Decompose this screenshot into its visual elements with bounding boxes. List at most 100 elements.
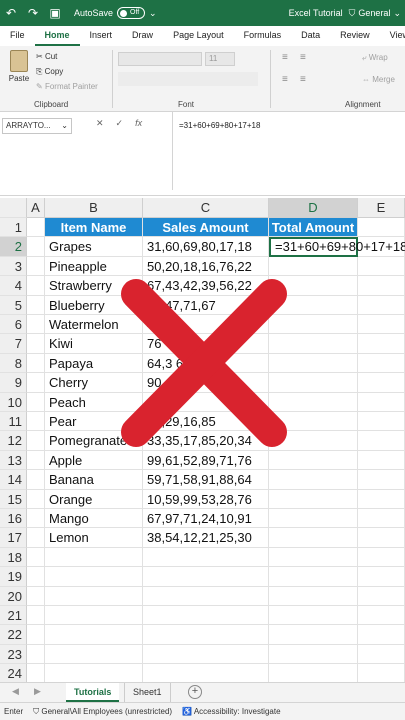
format-painter-button[interactable]: ✎ Format Painter (36, 79, 98, 94)
enter-icon[interactable]: ✓ (116, 118, 124, 129)
cell[interactable] (27, 256, 45, 277)
cell-sales[interactable]: 68,29,16,85 (143, 412, 269, 432)
row-header[interactable]: 12 (0, 431, 27, 451)
select-all-corner[interactable] (0, 198, 27, 218)
cell[interactable] (45, 664, 143, 684)
cell[interactable] (45, 586, 143, 606)
add-sheet-icon[interactable]: + (188, 685, 202, 699)
save-icon[interactable]: ▣ (44, 6, 66, 20)
row-header[interactable]: 1 (0, 218, 27, 238)
row-header[interactable]: 4 (0, 276, 27, 296)
cell[interactable] (27, 470, 45, 490)
cell-total[interactable] (269, 528, 358, 548)
cell[interactable] (27, 353, 45, 374)
cell-item[interactable]: Pear (45, 412, 143, 432)
column-header-c[interactable]: C (143, 198, 269, 218)
cell[interactable] (27, 586, 45, 606)
cell-total[interactable] (269, 392, 358, 412)
row-header[interactable]: 3 (0, 256, 27, 277)
row-header[interactable]: 23 (0, 644, 27, 665)
tab-review[interactable]: Review (330, 26, 380, 46)
align-middle-icon[interactable]: ≡ (300, 52, 306, 63)
name-box[interactable]: ARRAYTO... ⌄ (2, 118, 72, 134)
cut-button[interactable]: ✂ Cut (36, 49, 98, 64)
cell-item[interactable]: Peach (45, 392, 143, 412)
font-format-buttons[interactable] (118, 72, 258, 86)
cell-item[interactable]: Kiwi (45, 334, 143, 354)
cell[interactable] (27, 606, 45, 626)
cell[interactable] (143, 664, 269, 684)
header-item-name[interactable]: Item Name (45, 218, 143, 238)
cell[interactable] (358, 509, 405, 529)
cell-sales[interactable]: 12,91 (143, 392, 269, 412)
autosave-switch[interactable]: Off (117, 7, 146, 19)
cell-item[interactable]: Mango (45, 509, 143, 529)
cell-sales[interactable]: 31,60,69,80,17,18 (143, 237, 269, 257)
row-header[interactable]: 2 (0, 237, 27, 257)
cell-sales[interactable]: 67,97,71,24,10,91 (143, 509, 269, 529)
cell-sales[interactable]: 50,20,18,16,76,22 (143, 256, 269, 277)
row-header[interactable]: 17 (0, 528, 27, 548)
cell-total[interactable] (269, 489, 358, 509)
row-header[interactable]: 16 (0, 509, 27, 529)
cell-sales[interactable]: 33,35,17,85,20,34 (143, 431, 269, 451)
merge-button[interactable]: ⇔ Merge (362, 75, 395, 84)
cell-sales[interactable]: 72,47,71,67 (143, 295, 269, 315)
cell[interactable] (358, 664, 405, 684)
row-header[interactable]: 5 (0, 295, 27, 315)
accessibility-status[interactable]: ♿ Accessibility: Investigate (182, 707, 280, 716)
cell-item[interactable]: Watermelon (45, 315, 143, 335)
cell-total[interactable] (269, 412, 358, 432)
font-family-select[interactable] (118, 52, 202, 66)
autosave-toggle[interactable]: AutoSave Off ⌄ (74, 7, 157, 19)
cell-sales[interactable]: 76 (143, 334, 269, 354)
tab-insert[interactable]: Insert (80, 26, 123, 46)
row-header[interactable]: 11 (0, 412, 27, 432)
cell[interactable] (269, 567, 358, 587)
cell-total[interactable] (269, 295, 358, 315)
cell[interactable] (27, 547, 45, 568)
cancel-icon[interactable]: ✕ (96, 118, 104, 129)
cell-item[interactable]: Banana (45, 470, 143, 490)
cell[interactable] (358, 334, 405, 354)
cell[interactable] (45, 567, 143, 587)
cell[interactable] (27, 412, 45, 432)
cell-total[interactable] (269, 373, 358, 393)
row-header[interactable]: 7 (0, 334, 27, 354)
cell[interactable] (358, 412, 405, 432)
cell[interactable] (269, 625, 358, 645)
cell-sales[interactable]: 10,59,99,53,28,76 (143, 489, 269, 509)
row-header[interactable]: 20 (0, 586, 27, 606)
cell-sales[interactable]: 99,61,52,89,71,76 (143, 450, 269, 471)
cell[interactable] (358, 256, 405, 277)
row-header[interactable]: 22 (0, 625, 27, 645)
cell-sales[interactable]: 38,54,12,21,25,30 (143, 528, 269, 548)
cell-item[interactable]: Pineapple (45, 256, 143, 277)
cell[interactable] (27, 315, 45, 335)
next-sheet-icon[interactable]: ▶ (34, 686, 41, 697)
row-header[interactable]: 15 (0, 489, 27, 509)
cell[interactable] (358, 315, 405, 335)
cell[interactable] (27, 509, 45, 529)
cell[interactable] (358, 644, 405, 665)
function-icon[interactable]: fx (135, 118, 142, 129)
cell-sales[interactable]: 90 (143, 373, 269, 393)
cell[interactable] (27, 431, 45, 451)
cell[interactable] (143, 625, 269, 645)
cell-sales[interactable]: 67,43,42,39,56,22 (143, 276, 269, 296)
tab-formulas[interactable]: Formulas (234, 26, 292, 46)
cell[interactable] (45, 547, 143, 568)
redo-icon[interactable]: ↷ (22, 6, 44, 20)
cell[interactable] (358, 489, 405, 509)
align-top-icon[interactable]: ≡ (282, 52, 288, 63)
align-center-icon[interactable]: ≡ (300, 74, 306, 85)
cell-total[interactable] (269, 509, 358, 529)
cell-item[interactable]: Orange (45, 489, 143, 509)
cell[interactable] (358, 373, 405, 393)
cell-item[interactable]: Pomegranate (45, 431, 143, 451)
cell[interactable] (143, 644, 269, 665)
cell[interactable] (358, 450, 405, 471)
tab-draw[interactable]: Draw (122, 26, 163, 46)
cell-total[interactable] (269, 334, 358, 354)
cell-total[interactable] (269, 450, 358, 471)
